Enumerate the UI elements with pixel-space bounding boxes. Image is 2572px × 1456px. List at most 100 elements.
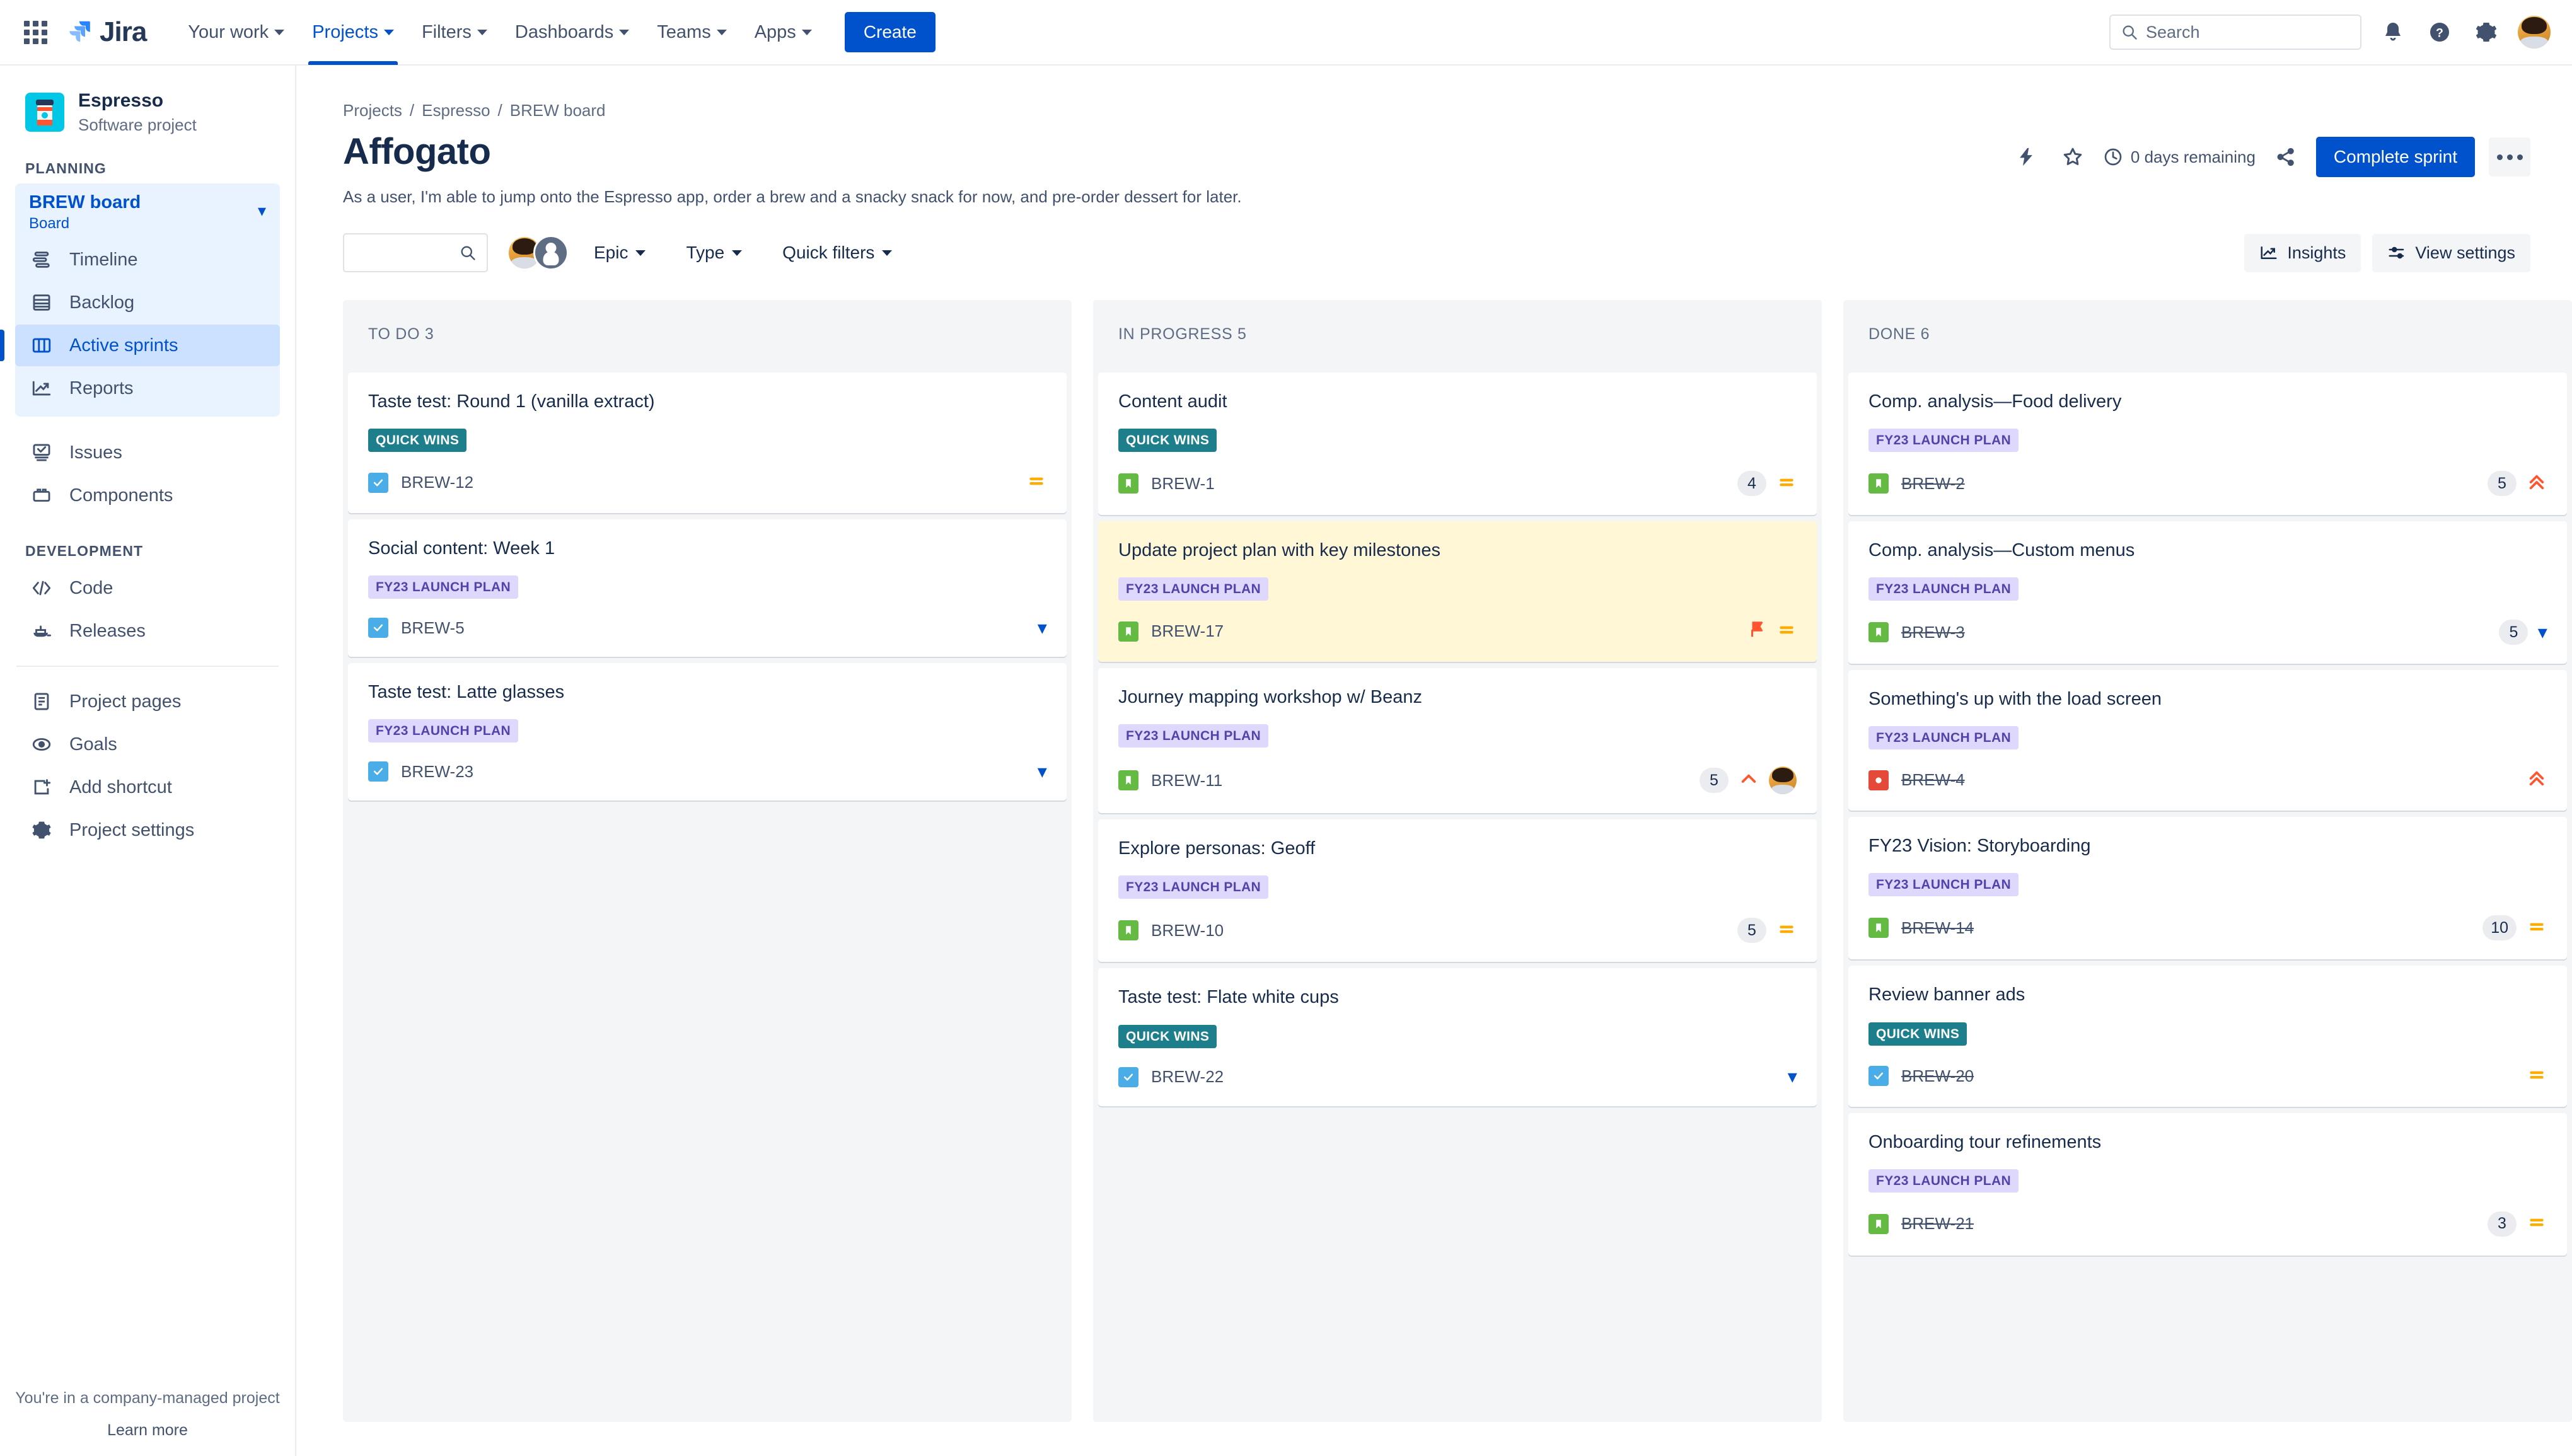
planning-nav-group: BREW board Board ▾ Timeline Backlog Acti… — [0, 183, 280, 417]
issue-card-brew-4[interactable]: Something's up with the load screen FY23… — [1848, 670, 2567, 811]
issue-key[interactable]: BREW-1 — [1151, 474, 1215, 494]
user-avatar[interactable] — [2518, 16, 2551, 49]
issue-card-brew-2[interactable]: Comp. analysis—Food delivery FY23 LAUNCH… — [1848, 373, 2567, 516]
chevron-down-icon[interactable]: ▾ — [258, 202, 266, 219]
issue-key[interactable]: BREW-2 — [1901, 474, 1965, 494]
issue-key[interactable]: BREW-12 — [401, 473, 473, 492]
epic-label[interactable]: FY23 LAUNCH PLAN — [1118, 577, 1269, 601]
project-header[interactable]: Espresso Software project — [0, 66, 295, 151]
apps-grid-icon[interactable] — [21, 18, 49, 46]
global-search-input[interactable]: Search — [2109, 14, 2361, 50]
epic-label[interactable]: QUICK WINS — [1118, 429, 1217, 453]
nav-label: Apps — [754, 21, 796, 42]
insights-button[interactable]: Insights — [2244, 233, 2361, 272]
issue-card-meta: 5 — [2488, 471, 2547, 497]
sidebar-item-backlog[interactable]: Backlog — [15, 282, 280, 323]
issue-card-brew-17[interactable]: Update project plan with key milestones … — [1098, 521, 1817, 662]
notifications-bell-icon[interactable] — [2378, 17, 2408, 47]
complete-sprint-button[interactable]: Complete sprint — [2315, 137, 2475, 177]
issue-key[interactable]: BREW-4 — [1901, 770, 1965, 790]
sidebar-item-code[interactable]: Code — [15, 567, 280, 609]
create-button[interactable]: Create — [844, 12, 936, 52]
share-icon[interactable] — [2269, 141, 2302, 173]
more-actions-icon[interactable] — [2489, 137, 2530, 176]
sidebar-item-reports[interactable]: Reports — [15, 367, 280, 409]
issue-key[interactable]: BREW-22 — [1151, 1067, 1224, 1087]
issue-card-brew-14[interactable]: FY23 Vision: Storyboarding FY23 LAUNCH P… — [1848, 817, 2567, 960]
sidebar-item-active-sprints[interactable]: Active sprints — [0, 325, 280, 367]
nav-item-projects[interactable]: Projects — [298, 0, 408, 65]
sidebar-item-timeline[interactable]: Timeline — [15, 239, 280, 280]
issue-key[interactable]: BREW-11 — [1151, 771, 1222, 790]
epic-filter-dropdown[interactable]: Epic — [579, 233, 661, 272]
issue-key[interactable]: BREW-10 — [1151, 921, 1224, 940]
breadcrumb-brew-board[interactable]: BREW board — [510, 101, 606, 120]
project-type: Software project — [78, 115, 197, 134]
sidebar-item-components[interactable]: Components — [15, 475, 280, 516]
board-search-input[interactable] — [343, 233, 488, 272]
sidebar-item-releases[interactable]: Releases — [15, 610, 280, 652]
jira-logo[interactable]: Jira — [66, 16, 147, 48]
epic-label[interactable]: FY23 LAUNCH PLAN — [368, 719, 519, 743]
issue-card-brew-20[interactable]: Review banner ads QUICK WINS BREW-20 — [1848, 966, 2567, 1107]
issue-key[interactable]: BREW-5 — [401, 618, 465, 638]
epic-label[interactable]: FY23 LAUNCH PLAN — [1868, 726, 2019, 750]
sidebar-item-project-pages[interactable]: Project pages — [15, 681, 280, 722]
view-settings-button[interactable]: View settings — [2372, 233, 2530, 272]
epic-label[interactable]: FY23 LAUNCH PLAN — [1868, 577, 2019, 601]
issue-card-brew-1[interactable]: Content audit QUICK WINS BREW-1 4 — [1098, 373, 1817, 516]
sidebar-item-issues[interactable]: Issues — [15, 432, 280, 473]
issue-key[interactable]: BREW-21 — [1901, 1214, 1974, 1234]
epic-label[interactable]: QUICK WINS — [1118, 1024, 1217, 1048]
board-switcher[interactable]: BREW board Board ▾ — [15, 183, 280, 238]
issue-card-footer: BREW-5 ▾ — [368, 618, 1046, 638]
breadcrumb-espresso[interactable]: Espresso — [422, 101, 490, 120]
nav-item-your-work[interactable]: Your work — [174, 0, 298, 65]
issue-card-brew-3[interactable]: Comp. analysis—Custom menus FY23 LAUNCH … — [1848, 521, 2567, 664]
company-managed-note: You're in a company-managed project — [15, 1389, 280, 1407]
help-question-icon[interactable]: ? — [2424, 17, 2455, 47]
section-label-planning: PLANNING — [25, 160, 107, 176]
nav-item-teams[interactable]: Teams — [643, 0, 740, 65]
learn-more-link[interactable]: Learn more — [0, 1421, 295, 1440]
issue-card-brew-10[interactable]: Explore personas: Geoff FY23 LAUNCH PLAN… — [1098, 819, 1817, 962]
settings-gear-icon[interactable] — [2471, 17, 2501, 47]
type-filter-dropdown[interactable]: Type — [671, 233, 757, 272]
nav-item-apps[interactable]: Apps — [741, 0, 826, 65]
sidebar-item-project-settings[interactable]: Project settings — [15, 809, 280, 851]
code-brackets-icon — [29, 575, 54, 601]
star-outline-icon[interactable] — [2056, 141, 2089, 173]
chevron-down-icon — [383, 29, 394, 35]
epic-label[interactable]: FY23 LAUNCH PLAN — [368, 575, 519, 599]
chevron-down-icon — [716, 29, 727, 35]
lightning-bolt-icon[interactable] — [2010, 141, 2042, 173]
issue-key[interactable]: BREW-20 — [1901, 1066, 1974, 1086]
nav-item-filters[interactable]: Filters — [408, 0, 501, 65]
sidebar-item-label: Project pages — [69, 691, 182, 712]
issue-key[interactable]: BREW-17 — [1151, 621, 1224, 641]
epic-label[interactable]: QUICK WINS — [368, 429, 467, 453]
sidebar-item-goals[interactable]: Goals — [15, 724, 280, 765]
issue-card-brew-22[interactable]: Taste test: Flate white cups QUICK WINS … — [1098, 968, 1817, 1106]
issue-card-brew-21[interactable]: Onboarding tour refinements FY23 LAUNCH … — [1848, 1112, 2567, 1256]
issue-card-brew-23[interactable]: Taste test: Latte glasses FY23 LAUNCH PL… — [348, 663, 1067, 801]
quick-filters-dropdown[interactable]: Quick filters — [767, 233, 907, 272]
avatar-filter-unassigned[interactable] — [533, 235, 569, 270]
issue-key[interactable]: BREW-14 — [1901, 918, 1974, 938]
sidebar-item-add-shortcut[interactable]: Add shortcut — [15, 766, 280, 808]
epic-label[interactable]: FY23 LAUNCH PLAN — [1868, 873, 2019, 897]
epic-label[interactable]: FY23 LAUNCH PLAN — [1868, 429, 2019, 453]
issue-card-meta: ▾ — [1038, 619, 1046, 637]
issue-card-brew-12[interactable]: Taste test: Round 1 (vanilla extract) QU… — [348, 373, 1067, 514]
issue-card-brew-11[interactable]: Journey mapping workshop w/ Beanz FY23 L… — [1098, 668, 1817, 814]
issue-card-brew-5[interactable]: Social content: Week 1 FY23 LAUNCH PLAN … — [348, 519, 1067, 657]
epic-label[interactable]: FY23 LAUNCH PLAN — [1118, 724, 1269, 748]
assignee-avatar[interactable] — [1769, 766, 1797, 795]
epic-label[interactable]: FY23 LAUNCH PLAN — [1868, 1169, 2019, 1193]
nav-item-dashboards[interactable]: Dashboards — [501, 0, 643, 65]
breadcrumb-projects[interactable]: Projects — [343, 101, 402, 120]
issue-key[interactable]: BREW-23 — [401, 762, 473, 782]
issue-key[interactable]: BREW-3 — [1901, 623, 1965, 642]
epic-label[interactable]: QUICK WINS — [1868, 1022, 1967, 1046]
epic-label[interactable]: FY23 LAUNCH PLAN — [1118, 875, 1269, 899]
